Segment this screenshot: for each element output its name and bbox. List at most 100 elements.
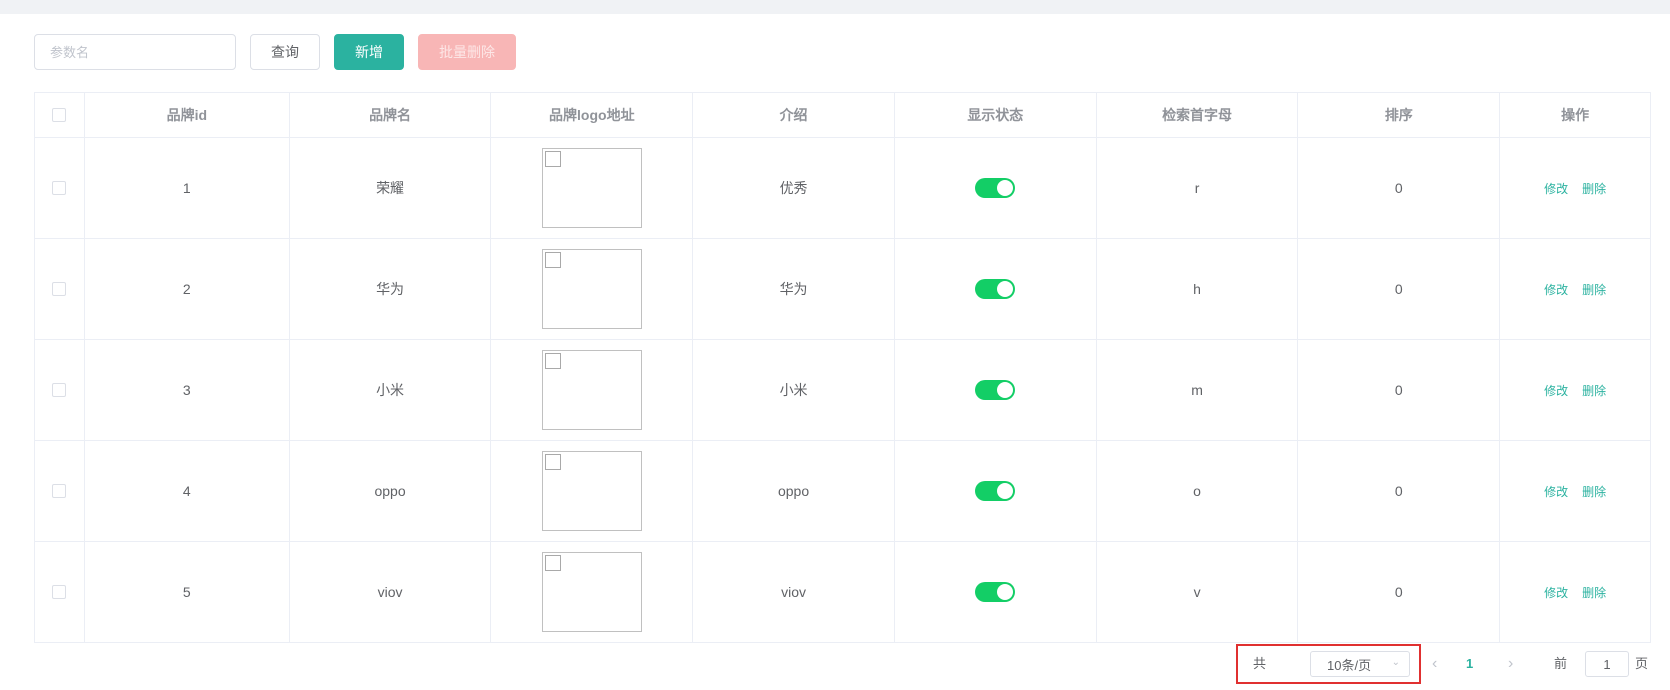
row-checkbox[interactable] [52, 383, 67, 397]
table-row: 4 oppo oppo o 0 修改 删除 [35, 441, 1650, 542]
switch-knob [997, 382, 1014, 398]
pager-total: 共 5 条 [1253, 656, 1267, 671]
chevron-down-icon: ⌄ [1391, 657, 1400, 668]
switch-knob [997, 281, 1014, 297]
cell-brand-id: 3 [85, 340, 290, 440]
cell-brand-name: 华为 [290, 239, 492, 339]
cell-actions: 修改 删除 [1500, 239, 1650, 339]
switch-knob [997, 180, 1014, 196]
cell-status [895, 340, 1097, 440]
broken-image-icon [544, 252, 561, 268]
goto-label: 前往 [1554, 656, 1568, 671]
row-checkbox[interactable] [52, 484, 67, 498]
main-card: 查询 新增 批量删除 品牌id 品牌名 品牌logo地址 介绍 显示状态 检索首… [0, 14, 1670, 690]
table-header: 品牌id 品牌名 品牌logo地址 介绍 显示状态 检索首字母 排序 操作 [35, 93, 1650, 138]
delete-link[interactable]: 删除 [1582, 584, 1606, 601]
delete-link[interactable]: 删除 [1582, 180, 1606, 197]
cell-brand-name: 荣耀 [290, 138, 492, 238]
cell-brand-id: 2 [85, 239, 290, 339]
header-actions: 操作 [1561, 107, 1590, 123]
cell-intro: 优秀 [693, 138, 895, 238]
broken-image-icon [544, 555, 561, 571]
status-switch[interactable] [975, 279, 1016, 299]
table-row: 3 小米 小米 m 0 修改 删除 [35, 340, 1650, 441]
page-number-current[interactable]: 1 [1466, 644, 1473, 684]
delete-link[interactable]: 删除 [1582, 281, 1606, 298]
logo-image [541, 350, 642, 430]
header-brand-logo: 品牌logo地址 [491, 93, 694, 137]
cell-brand-name: viov [290, 542, 492, 642]
row-select-cell [35, 239, 85, 339]
status-switch[interactable] [975, 380, 1016, 400]
cell-sort: 0 [1298, 441, 1501, 541]
page-size-value: 10条/页 [1327, 657, 1372, 673]
edit-link[interactable]: 修改 [1544, 483, 1568, 500]
status-switch[interactable] [975, 582, 1016, 602]
header-select-all [35, 93, 85, 137]
cell-logo [491, 138, 694, 238]
search-input[interactable] [34, 34, 236, 70]
add-button[interactable]: 新增 [334, 34, 404, 70]
cell-logo [491, 239, 694, 339]
cell-actions: 修改 删除 [1500, 138, 1650, 238]
row-checkbox[interactable] [52, 585, 67, 599]
cell-intro: 小米 [693, 340, 895, 440]
select-all-checkbox[interactable] [52, 108, 67, 122]
row-select-cell [35, 441, 85, 541]
cell-first-letter: h [1097, 239, 1299, 339]
logo-image [541, 249, 642, 329]
cell-first-letter: m [1097, 340, 1299, 440]
cell-first-letter: r [1097, 138, 1299, 238]
cell-logo [491, 441, 694, 541]
row-select-cell [35, 138, 85, 238]
edit-link[interactable]: 修改 [1544, 382, 1568, 399]
brand-table: 品牌id 品牌名 品牌logo地址 介绍 显示状态 检索首字母 排序 操作 1 … [34, 92, 1651, 643]
cell-brand-name: oppo [290, 441, 492, 541]
broken-image-icon [544, 353, 561, 369]
cell-brand-name: 小米 [290, 340, 492, 440]
goto-page-input[interactable] [1585, 651, 1629, 677]
edit-link[interactable]: 修改 [1544, 281, 1568, 298]
row-checkbox[interactable] [52, 181, 67, 195]
header-first-letter: 检索首字母 [1097, 93, 1299, 137]
next-page-icon[interactable]: › [1508, 644, 1513, 684]
logo-image [541, 148, 642, 228]
query-button[interactable]: 查询 [250, 34, 320, 70]
cell-sort: 0 [1298, 340, 1501, 440]
cell-status [895, 239, 1097, 339]
header-brand-id: 品牌id [85, 93, 290, 137]
cell-sort: 0 [1298, 239, 1501, 339]
page-suffix-label: 页 [1635, 656, 1649, 671]
cell-brand-id: 5 [85, 542, 290, 642]
prev-page-icon[interactable]: ‹ [1432, 644, 1437, 684]
status-switch[interactable] [975, 481, 1016, 501]
cell-brand-id: 4 [85, 441, 290, 541]
row-checkbox[interactable] [52, 282, 67, 296]
batch-delete-button[interactable]: 批量删除 [418, 34, 516, 70]
cell-first-letter: o [1097, 441, 1299, 541]
edit-link[interactable]: 修改 [1544, 584, 1568, 601]
broken-image-icon [544, 454, 561, 470]
header-intro: 介绍 [693, 93, 895, 137]
logo-image [541, 552, 642, 632]
page-size-select[interactable]: 10条/页 ⌄ [1310, 651, 1410, 677]
cell-actions: 修改 删除 [1500, 542, 1650, 642]
switch-knob [997, 584, 1014, 600]
cell-first-letter: v [1097, 542, 1299, 642]
table-row: 1 荣耀 优秀 r 0 修改 删除 [35, 138, 1650, 239]
delete-link[interactable]: 删除 [1582, 483, 1606, 500]
edit-link[interactable]: 修改 [1544, 180, 1568, 197]
delete-link[interactable]: 删除 [1582, 382, 1606, 399]
cell-actions: 修改 删除 [1500, 441, 1650, 541]
cell-actions: 修改 删除 [1500, 340, 1650, 440]
broken-image-icon [544, 151, 561, 167]
cell-sort: 0 [1298, 542, 1501, 642]
cell-status [895, 542, 1097, 642]
header-show-status: 显示状态 [895, 93, 1097, 137]
table-row: 5 viov viov v 0 修改 删除 [35, 542, 1650, 643]
cell-sort: 0 [1298, 138, 1501, 238]
cell-intro: viov [693, 542, 895, 642]
status-switch[interactable] [975, 178, 1016, 198]
cell-status [895, 441, 1097, 541]
header-brand-name: 品牌名 [290, 93, 492, 137]
